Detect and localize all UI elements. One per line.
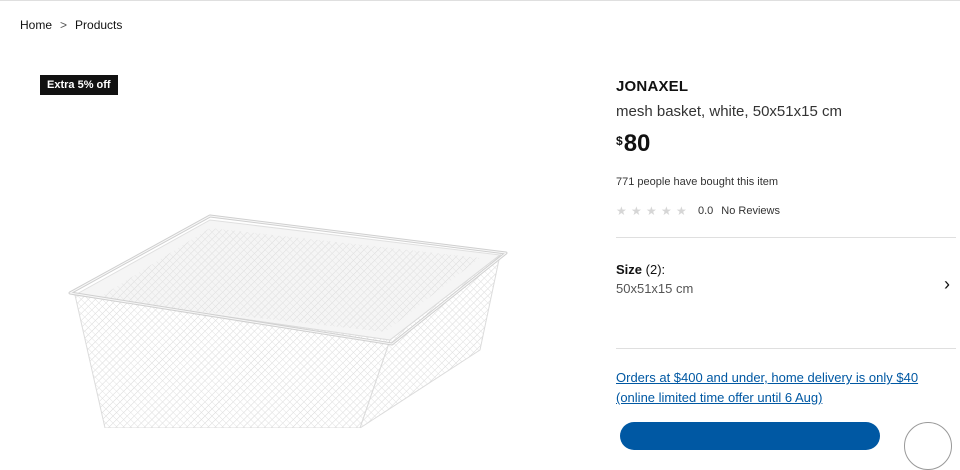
size-selector[interactable]: Size (2): 50x51x15 cm › <box>616 262 956 302</box>
size-label: Size (2): <box>616 262 956 277</box>
breadcrumb-products-link[interactable]: Products <box>75 18 122 32</box>
breadcrumb-separator: > <box>60 18 68 32</box>
star-icon: ★ <box>676 204 687 218</box>
wishlist-button[interactable] <box>904 422 952 470</box>
rating-row[interactable]: ★ ★ ★ ★ ★ 0.0 No Reviews <box>616 205 780 217</box>
size-value: 50x51x15 cm <box>616 281 694 296</box>
mesh-basket-image <box>68 214 508 428</box>
delivery-promo-link[interactable]: Orders at $400 and under, home delivery … <box>616 368 956 408</box>
top-divider <box>0 0 960 1</box>
product-name: JONAXEL <box>616 78 689 95</box>
divider <box>616 348 956 349</box>
size-label-text: Size <box>616 262 643 277</box>
star-icon: ★ <box>646 204 657 218</box>
promo-line-1: Orders at $400 and under, home delivery … <box>616 370 919 385</box>
price-amount: 80 <box>623 130 651 157</box>
chevron-right-icon[interactable]: › <box>944 274 950 295</box>
promo-line-2: (online limited time offer until 6 Aug) <box>616 390 823 405</box>
price-currency: $ <box>616 134 623 148</box>
bought-count-text: 771 people have bought this item <box>616 176 779 188</box>
star-icon: ★ <box>631 204 642 218</box>
rating-stars: ★ ★ ★ ★ ★ <box>616 205 688 217</box>
breadcrumb-home-link[interactable]: Home <box>20 18 52 32</box>
breadcrumb: Home > Products <box>20 18 122 32</box>
rating-score: 0.0 <box>698 205 714 217</box>
star-icon: ★ <box>661 204 672 218</box>
product-description: mesh basket, white, 50x51x15 cm <box>616 103 842 120</box>
rating-reviews-text: No Reviews <box>721 205 780 217</box>
add-to-cart-button[interactable] <box>620 422 880 450</box>
star-icon: ★ <box>616 204 627 218</box>
discount-badge: Extra 5% off <box>40 75 118 95</box>
divider <box>616 237 956 238</box>
size-count: (2): <box>645 262 666 277</box>
product-price: $ 80 <box>616 130 650 158</box>
